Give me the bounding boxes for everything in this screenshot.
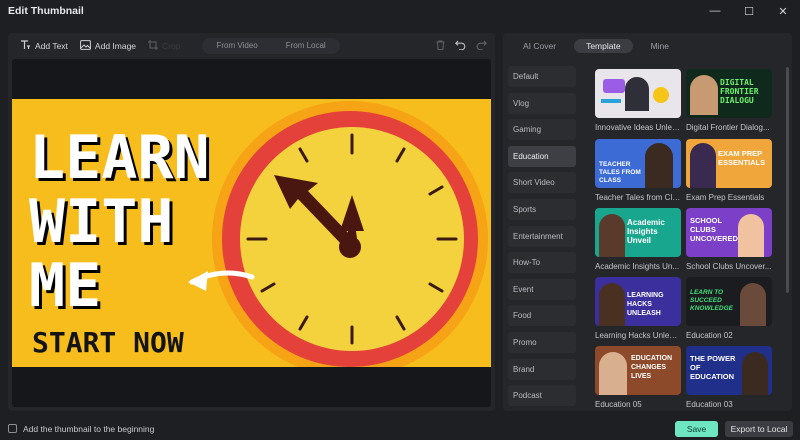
template-label: Exam Prep Essentials [686,193,765,202]
template-thumbnail[interactable]: DIGITAL FRONTIER DIALOGU [686,69,772,118]
add-to-beginning-label: Add the thumbnail to the beginning [23,424,155,434]
category-entertainment[interactable]: Entertainment [508,225,576,247]
headline-line2: WITH [29,187,174,257]
template-thumbnail[interactable] [595,69,681,118]
headline-line3: ME [29,251,101,321]
template-card[interactable]: LEARN TO SUCCEED KNOWLEDGE Education 02 [686,277,772,340]
template-scrollbar[interactable] [786,67,789,293]
template-thumbnail[interactable]: TEACHER TALES FROM CLASS [595,139,681,188]
edit-actions [436,33,487,59]
template-label: Education 02 [686,331,733,340]
crop-icon [148,39,159,53]
from-video-button[interactable]: From Video [202,38,271,54]
title-bar: Edit Thumbnail — ☐ ✕ [0,0,800,22]
add-image-label: Add Image [94,41,137,51]
template-label: School Clubs Uncover... [686,262,772,271]
export-to-local-button[interactable]: Export to Local [725,421,793,437]
save-button[interactable]: Save [675,421,718,437]
template-card[interactable]: DIGITAL FRONTIER DIALOGU Digital Frontie… [686,69,772,132]
category-food[interactable]: Food [508,305,576,327]
template-thumbnail[interactable]: EXAM PREP ESSENTIALS [686,139,772,188]
editor-panel: Add Text Add Image Crop From Video From … [8,33,495,411]
template-label: Education 05 [595,400,642,409]
template-thumbnail[interactable]: SCHOOL CLUBS UNCOVERED [686,208,772,257]
template-card[interactable]: Academic Insights Unveil Academic Insigh… [595,208,681,271]
preview-canvas[interactable]: LEARN LEARN WITH WITH ME ME START NOW [12,59,491,407]
tab-mine[interactable]: Mine [639,39,681,53]
template-card[interactable]: THE POWER OF EDUCATION Education 03 [686,346,772,409]
category-gaming[interactable]: Gaming [508,119,576,141]
footer-bar: Add the thumbnail to the beginning Save … [0,418,800,440]
category-vlog[interactable]: Vlog [508,92,576,114]
category-promo[interactable]: Promo [508,331,576,353]
undo-icon[interactable] [455,40,466,53]
maximize-icon[interactable]: ☐ [732,0,766,22]
template-thumbnail[interactable]: LEARN TO SUCCEED KNOWLEDGE [686,277,772,326]
headline-line4: START NOW [32,326,184,359]
template-card[interactable]: LEARNING HACKS UNLEASH Learning Hacks Un… [595,277,681,340]
tab-ai-cover[interactable]: AI Cover [511,39,568,53]
category-education[interactable]: Education [508,145,576,167]
template-card[interactable]: EDUCATION CHANGES LIVES Education 05 [595,346,681,409]
category-how-to[interactable]: How-To [508,252,576,274]
template-label: Innovative Ideas Unlea... [595,123,681,132]
template-label: Education 03 [686,400,733,409]
add-text-label: Add Text [35,41,68,51]
thumbnail-art: LEARN LEARN WITH WITH ME ME START NOW [12,99,491,367]
source-toggle: From Video From Local [202,38,340,54]
template-label: Digital Frontier Dialog... [686,123,770,132]
add-text-button[interactable]: Add Text [14,39,74,53]
add-to-beginning-checkbox[interactable] [8,424,17,433]
template-thumbnail[interactable]: EDUCATION CHANGES LIVES [595,346,681,395]
add-image-button[interactable]: Add Image [74,39,142,53]
window-title: Edit Thumbnail [8,5,84,17]
headline-line1: LEARN [29,123,210,193]
editor-toolbar: Add Text Add Image Crop From Video From … [8,33,495,59]
tab-template[interactable]: Template [574,39,633,53]
category-event[interactable]: Event [508,278,576,300]
template-label: Academic Insights Un... [595,262,680,271]
category-sports[interactable]: Sports [508,198,576,220]
minimize-icon[interactable]: — [698,0,732,22]
category-list: Default Vlog Gaming Education Short Vide… [508,66,576,411]
crop-button[interactable]: Crop [142,39,186,53]
template-thumbnail[interactable]: LEARNING HACKS UNLEASH [595,277,681,326]
close-icon[interactable]: ✕ [766,0,800,22]
window-controls: — ☐ ✕ [698,0,800,22]
from-local-button[interactable]: From Local [272,38,340,54]
template-panel: AI Cover Template Mine Default Vlog Gami… [503,33,792,411]
image-icon [80,39,91,53]
category-short-video[interactable]: Short Video [508,172,576,194]
template-card[interactable]: SCHOOL CLUBS UNCOVERED School Clubs Unco… [686,208,772,271]
template-card[interactable]: Innovative Ideas Unlea... [595,69,681,132]
category-brand[interactable]: Brand [508,358,576,380]
crop-label: Crop [162,41,181,51]
template-label: Teacher Tales from Class [595,193,681,202]
thumbnail-preview[interactable]: LEARN LEARN WITH WITH ME ME START NOW [12,99,491,367]
template-thumbnail[interactable]: THE POWER OF EDUCATION [686,346,772,395]
redo-icon[interactable] [476,40,487,53]
template-thumbnail[interactable]: Academic Insights Unveil [595,208,681,257]
delete-icon[interactable] [436,40,445,53]
category-default[interactable]: Default [508,66,576,87]
template-tabs: AI Cover Template Mine [503,38,792,54]
category-podcast[interactable]: Podcast [508,385,576,407]
template-label: Learning Hacks Unleas... [595,331,681,340]
template-card[interactable]: TEACHER TALES FROM CLASS Teacher Tales f… [595,139,681,202]
template-card[interactable]: EXAM PREP ESSENTIALS Exam Prep Essential… [686,139,772,202]
text-icon [20,39,31,53]
